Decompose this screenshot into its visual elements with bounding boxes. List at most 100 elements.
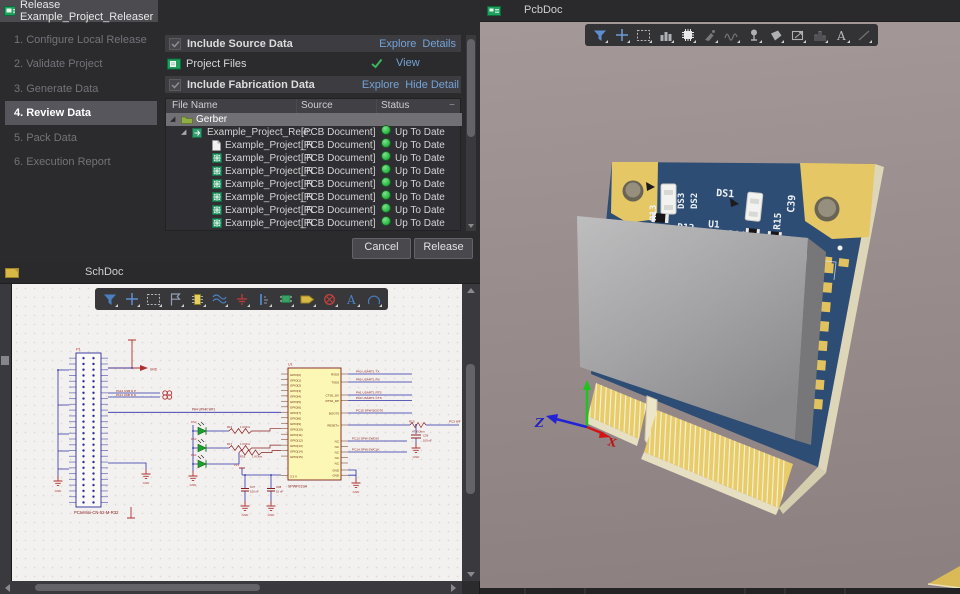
svg-text:PA11 USB D N: PA11 USB D N: [116, 393, 136, 397]
step-review-data[interactable]: 4. Review Data: [5, 101, 157, 125]
no-erc-icon: [163, 391, 172, 399]
net-label-icon[interactable]: [297, 290, 318, 308]
table-row[interactable]: Example_Project_R [PCB Document] Up To D…: [166, 178, 462, 191]
collapse-all-icon[interactable]: −: [449, 99, 455, 112]
filter-icon[interactable]: [589, 26, 610, 44]
project-files-row[interactable]: Project Files View: [165, 55, 461, 72]
text-icon[interactable]: A: [341, 290, 362, 308]
source-details-link[interactable]: Details: [422, 38, 456, 50]
pcbdoc-titlebar[interactable]: PcbDoc: [480, 0, 960, 22]
move-icon[interactable]: [611, 26, 632, 44]
table-row[interactable]: Example_Project_R [PCB Document] Up To D…: [166, 217, 462, 230]
part-icon[interactable]: [187, 290, 208, 308]
scroll-down-icon[interactable]: [467, 572, 475, 577]
room-icon[interactable]: [787, 26, 808, 44]
svg-text:GND: GND: [150, 368, 158, 372]
release-button[interactable]: Release: [414, 238, 473, 259]
svg-text:1 KOhm: 1 KOhm: [240, 425, 251, 429]
scroll-left-icon[interactable]: [5, 584, 10, 592]
cancel-button[interactable]: Cancel: [352, 238, 411, 259]
arc-icon[interactable]: [363, 290, 384, 308]
component-icon[interactable]: [677, 26, 698, 44]
scroll-down-icon[interactable]: [468, 224, 474, 228]
svg-text:SPWF01SA: SPWF01SA: [288, 485, 308, 489]
ground-icon[interactable]: [231, 290, 252, 308]
pcb-3d-viewport[interactable]: R13 DS3 DS2 DS1 R12 U1 R14 R15 C39 C37: [480, 22, 960, 594]
svg-text:3.3 V: 3.3 V: [290, 475, 297, 479]
fabrication-checkbox[interactable]: [169, 79, 181, 91]
schdoc-vscrollbar[interactable]: [462, 284, 480, 581]
connector-p1[interactable]: P1 PCIeMini-CN-52-M-R32: [69, 347, 119, 516]
table-row[interactable]: Example_Project_R [PCB Document] Up To D…: [166, 165, 462, 178]
table-row[interactable]: Example_Project_R [PCB Document] Up To D…: [166, 204, 462, 217]
led-cluster[interactable]: GND DS2 R16 1 KOhm DS3: [189, 420, 282, 487]
source-checkbox[interactable]: [169, 38, 181, 50]
svg-text:PA3 USART1 TX: PA3 USART1 TX: [356, 369, 379, 373]
move-icon[interactable]: [121, 290, 142, 308]
no-erc-icon[interactable]: [319, 290, 340, 308]
col-status[interactable]: Status: [381, 99, 409, 113]
scroll-up-icon[interactable]: [467, 288, 475, 293]
wf-net: PA4 UPHR WF1: [108, 408, 281, 413]
measure-icon[interactable]: [809, 26, 830, 44]
step-execution-report[interactable]: 6. Execution Report: [5, 150, 157, 174]
project-files-view-link[interactable]: View: [396, 57, 420, 69]
col-file-name[interactable]: File Name: [172, 99, 218, 113]
svg-text:GND: GND: [143, 481, 151, 485]
col-source[interactable]: Source: [301, 99, 333, 113]
text-icon[interactable]: A: [831, 26, 852, 44]
step-configure-local-release[interactable]: 1. Configure Local Release: [5, 28, 157, 52]
svg-text:GPIO[12]: GPIO[12]: [290, 439, 303, 443]
fabrication-file-table: File Name Source Status − ◢ Gerber ◢ Exa…: [165, 98, 461, 231]
step-generate-data[interactable]: 3. Generate Data: [5, 77, 157, 101]
svg-text:GPIO[13]: GPIO[13]: [290, 444, 303, 448]
pad-stack-icon[interactable]: [655, 26, 676, 44]
source-explore-link[interactable]: Explore: [379, 38, 416, 50]
uart-nets: PA3 USART1 TX PA5 USART1 RX PA1 USART1 R…: [348, 369, 412, 452]
svg-text:GND: GND: [190, 483, 198, 487]
table-row[interactable]: Example_Project_R [PCB Document] Up To D…: [166, 139, 462, 152]
scroll-right-icon[interactable]: [451, 584, 456, 592]
svg-text:GPIO[6]: GPIO[6]: [290, 406, 301, 410]
step-pack-data[interactable]: 5. Pack Data: [5, 126, 157, 150]
probe-icon[interactable]: [253, 290, 274, 308]
line-icon[interactable]: [853, 26, 874, 44]
expand-arrow-icon[interactable]: ◢: [181, 126, 186, 139]
wire-icon[interactable]: [209, 290, 230, 308]
z-axis-arrow-icon: [546, 414, 558, 424]
fabrication-hide-detail-link[interactable]: Hide Detail: [405, 79, 459, 91]
via-icon[interactable]: [743, 26, 764, 44]
wires-left: [58, 370, 69, 479]
pcb-board-3d[interactable]: R13 DS3 DS2 DS1 R12 U1 R14 R15 C39 C37: [577, 162, 884, 522]
schdoc-titlebar[interactable]: SchDoc: [0, 262, 480, 284]
region-icon[interactable]: [633, 26, 654, 44]
x-axis-label: X: [606, 435, 618, 450]
svg-text:PA4 UPHR WF1: PA4 UPHR WF1: [192, 408, 216, 412]
trace-icon[interactable]: [699, 26, 720, 44]
expand-arrow-icon[interactable]: ◢: [170, 113, 175, 126]
sheet-symbol-icon[interactable]: [165, 290, 186, 308]
svg-text:GPIO[9]: GPIO[9]: [290, 422, 301, 426]
svg-text:GPIO[3]: GPIO[3]: [290, 389, 301, 393]
table-row[interactable]: Example_Project_R [PCB Document] Up To D…: [166, 152, 462, 165]
signal-icon[interactable]: [721, 26, 742, 44]
ic-u1[interactable]: U1 SPWF01SA GPIO[0] GPIO[1] GPIO[2] GPIO…: [281, 363, 348, 489]
component-icon[interactable]: [275, 290, 296, 308]
svg-text:R15: R15: [772, 212, 784, 230]
table-row[interactable]: ◢ Example_Project_Rele: [PCB Document] U…: [166, 126, 462, 139]
table-row[interactable]: Example_Project_R [PCB Document] Up To D…: [166, 191, 462, 204]
svg-text:GPIO[2]: GPIO[2]: [290, 384, 301, 388]
svg-text:GND: GND: [268, 513, 276, 517]
filter-icon[interactable]: [99, 290, 120, 308]
power-caps: 1V1 GND C37 100 nF GND C38 10 nF: [234, 463, 283, 517]
release-scrollbar[interactable]: [466, 35, 476, 231]
step-validate-project[interactable]: 2. Validate Project: [5, 52, 157, 76]
schematic-canvas[interactable]: P1 PCIeMini-CN-52-M-R32 GND GND PA12 USB…: [11, 284, 462, 581]
plane-icon[interactable]: [765, 26, 786, 44]
schdoc-hscrollbar[interactable]: [0, 581, 462, 594]
region-icon[interactable]: [143, 290, 164, 308]
svg-text:PA1 USART1 RTS: PA1 USART1 RTS: [356, 390, 382, 394]
folder-row-gerber[interactable]: ◢ Gerber: [166, 113, 462, 126]
release-dialog-tab[interactable]: Release Example_Project_Releaser: [0, 0, 158, 22]
fabrication-explore-link[interactable]: Explore: [362, 79, 399, 91]
